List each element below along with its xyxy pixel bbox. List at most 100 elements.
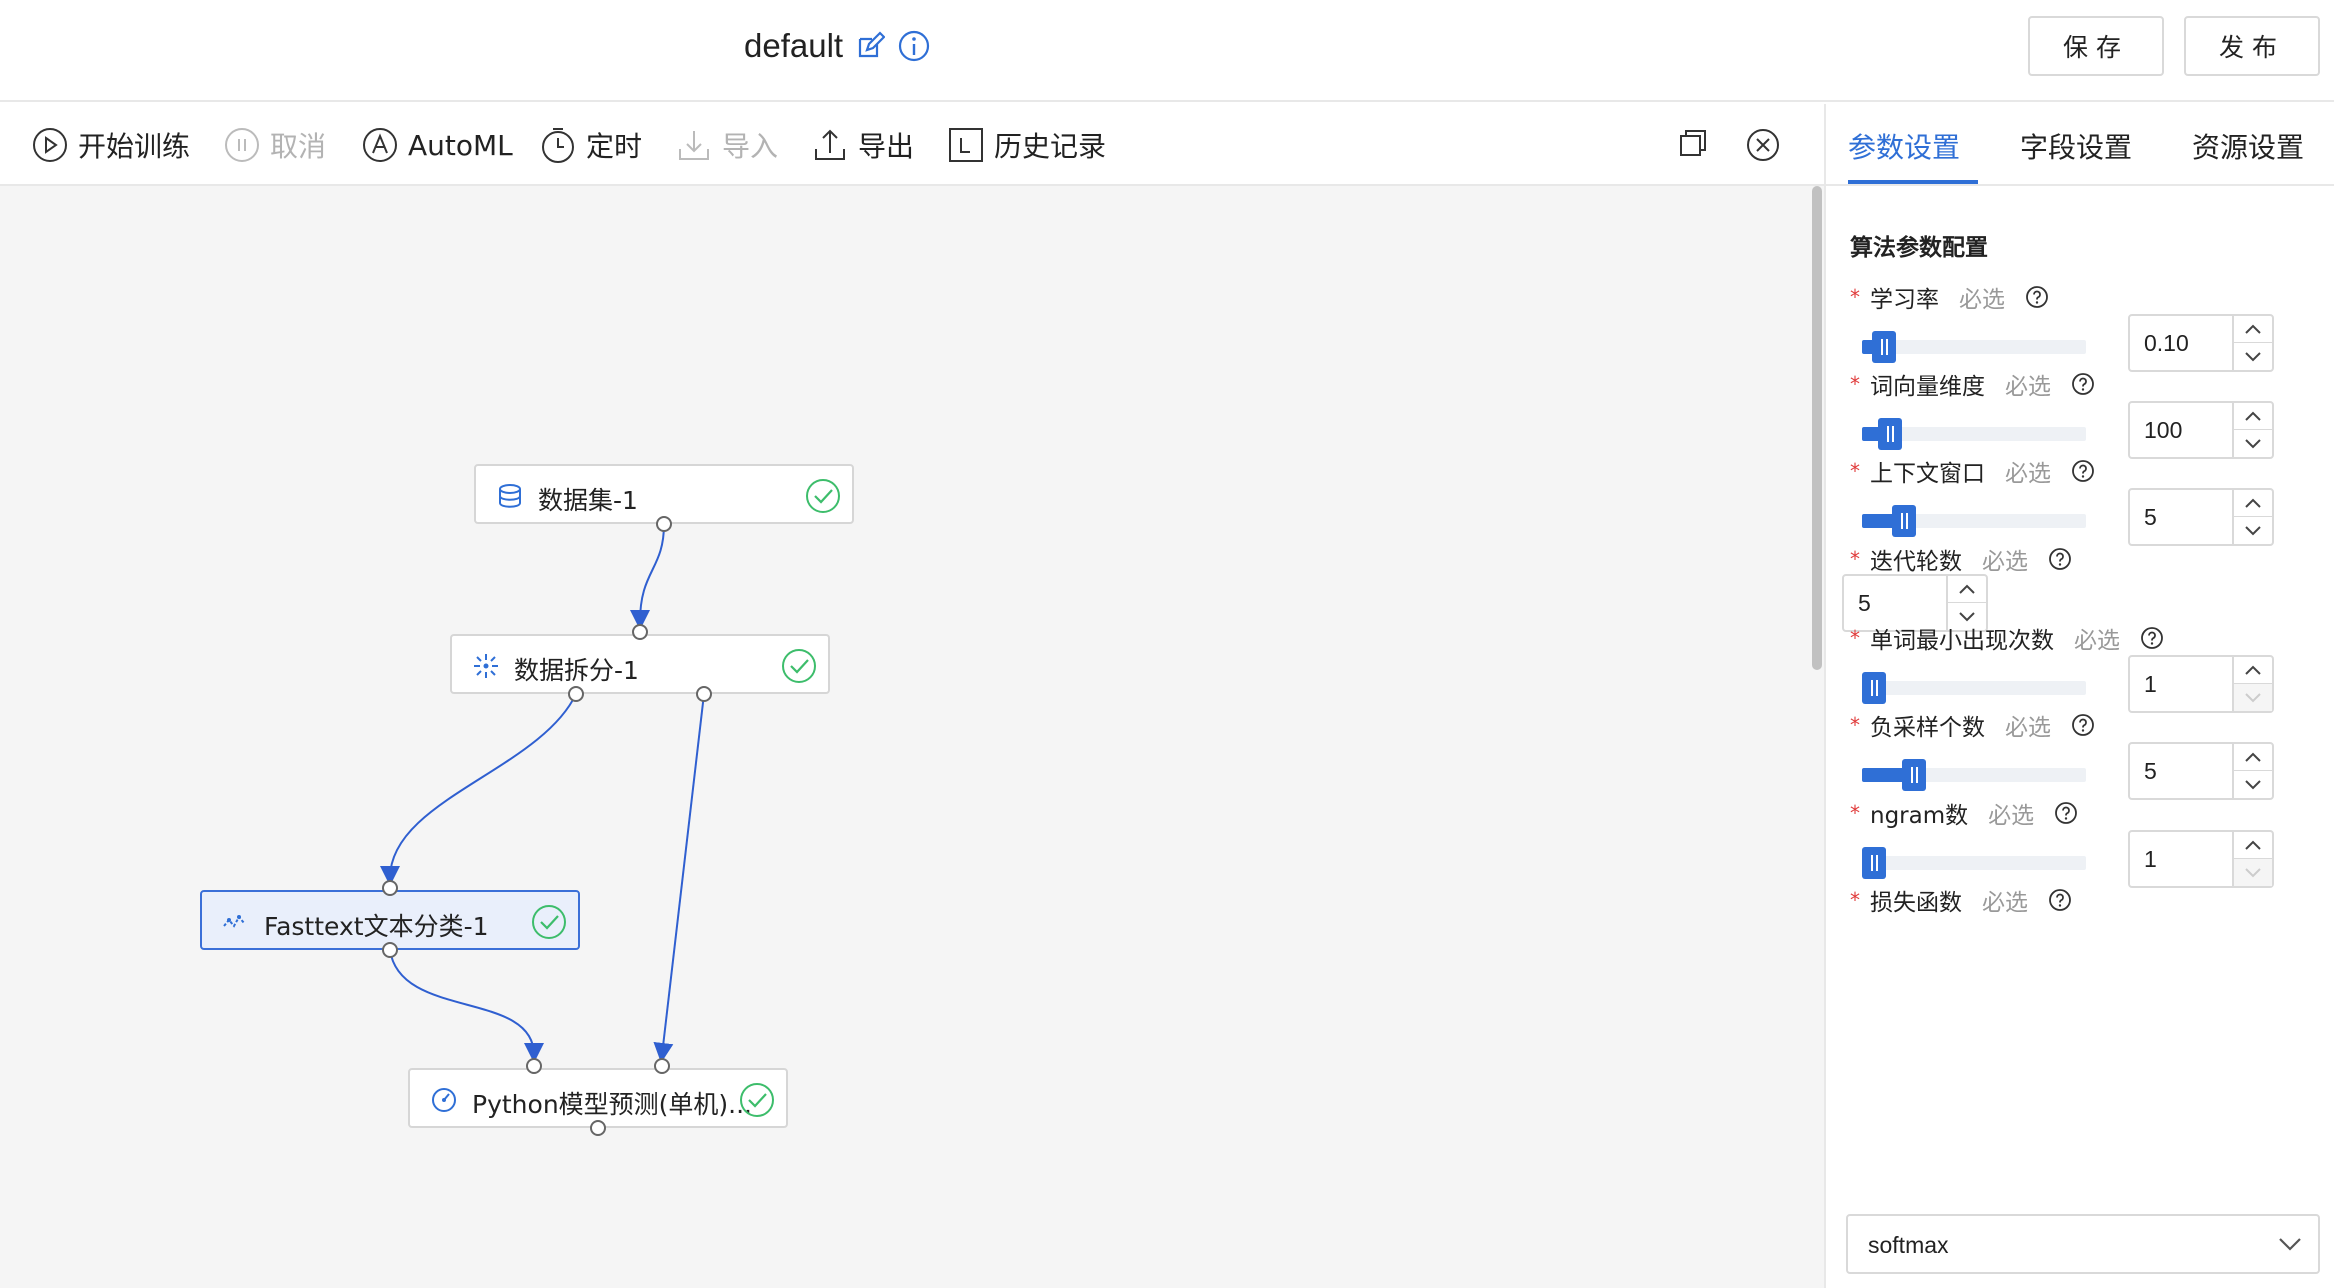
settings-tabs: 参数设置 字段设置 资源设置 [1826, 104, 2334, 186]
tab-resources[interactable]: 资源设置 [2192, 126, 2304, 166]
increment-button[interactable] [2234, 657, 2272, 684]
play-icon [33, 128, 67, 162]
help-icon[interactable] [2025, 285, 2049, 309]
field-label-row: * 损失函数 必选 [1850, 883, 2072, 917]
number-input[interactable]: 0.10 [2128, 314, 2274, 372]
timer-button[interactable]: 定时 [540, 124, 642, 166]
slider-handle[interactable] [1872, 331, 1896, 363]
increment-button[interactable] [2234, 832, 2272, 859]
input-port[interactable] [526, 1058, 542, 1074]
param-slider[interactable] [1862, 418, 2086, 450]
output-port[interactable] [590, 1120, 606, 1136]
title-wrap: default [744, 22, 931, 70]
info-icon[interactable] [897, 29, 931, 63]
param-slider[interactable] [1862, 505, 2086, 537]
increment-button[interactable] [2234, 490, 2272, 517]
history-button[interactable]: 历史记录 [948, 124, 1106, 166]
import-icon [679, 131, 709, 160]
workflow-canvas[interactable] [0, 186, 1824, 1288]
increment-button[interactable] [2234, 316, 2272, 343]
decrement-button[interactable] [2234, 859, 2272, 886]
input-port[interactable] [382, 880, 398, 896]
stepper [2232, 744, 2272, 798]
decrement-button[interactable] [2234, 343, 2272, 370]
active-tab-indicator [1848, 180, 1978, 184]
optional-text: 必选 [1988, 803, 2035, 829]
input-port[interactable] [632, 624, 648, 640]
number-input[interactable]: 5 [2128, 742, 2274, 800]
help-icon[interactable] [2071, 372, 2095, 396]
save-button[interactable]: 保存 [2028, 16, 2164, 76]
slider-handle[interactable] [1862, 847, 1886, 879]
number-input[interactable]: 5 [2128, 488, 2274, 546]
param-slider[interactable] [1862, 672, 2086, 704]
number-input[interactable]: 1 [2128, 830, 2274, 888]
required-mark: * [1850, 459, 1860, 483]
increment-button[interactable] [1948, 576, 1986, 603]
tab-params[interactable]: 参数设置 [1848, 126, 1960, 166]
node-data-split[interactable]: 数据拆分-1 [450, 634, 830, 694]
field-label-row: * 单词最小出现次数 必选 [1850, 621, 2164, 655]
input-port[interactable] [654, 1058, 670, 1074]
param-slider[interactable] [1862, 331, 2086, 363]
help-icon[interactable] [2048, 547, 2072, 571]
slider-handle[interactable] [1892, 505, 1916, 537]
slider-handle[interactable] [1862, 672, 1886, 704]
node-fasttext[interactable]: Fasttext文本分类-1 [200, 890, 580, 950]
stepper [2232, 832, 2272, 886]
field-label-row: * 负采样个数 必选 [1850, 708, 2095, 742]
output-port[interactable] [568, 686, 584, 702]
output-port[interactable] [656, 516, 672, 532]
output-port[interactable] [696, 686, 712, 702]
decrement-button[interactable] [2234, 430, 2272, 457]
start-training-label: 开始训练 [78, 130, 191, 163]
help-icon[interactable] [2054, 801, 2078, 825]
optional-text: 必选 [2005, 461, 2051, 487]
field-label-row: * 学习率 必选 [1850, 280, 2049, 314]
help-icon[interactable] [2048, 888, 2072, 912]
node-label: Python模型预测(单机)... [472, 1090, 753, 1119]
optional-text: 必选 [1982, 549, 2028, 575]
increment-button[interactable] [2234, 403, 2272, 430]
export-label: 导出 [858, 130, 915, 163]
number-input[interactable]: 1 [2128, 655, 2274, 713]
node-python-predict[interactable]: Python模型预测(单机)... [408, 1068, 788, 1128]
export-button[interactable]: 导出 [812, 124, 914, 166]
help-icon[interactable] [2071, 713, 2095, 737]
edit-icon[interactable] [855, 31, 886, 61]
number-input-value: 1 [2144, 671, 2157, 697]
field-label: 迭代轮数 [1870, 549, 1962, 575]
output-port[interactable] [382, 942, 398, 958]
stepper [2232, 316, 2272, 370]
field-label: ngram数 [1870, 803, 1969, 829]
automl-button[interactable]: AutoML [362, 124, 513, 166]
toolbar: 开始训练 取消 AutoML 定时 导入 导出 历史记录 [0, 104, 1824, 186]
required-mark: * [1850, 547, 1860, 571]
param-slider[interactable] [1862, 759, 2086, 791]
import-button[interactable]: 导入 [676, 124, 778, 166]
node-dataset[interactable]: 数据集-1 [474, 464, 854, 524]
close-icon[interactable] [1746, 128, 1780, 167]
field-label: 损失函数 [1870, 890, 1962, 916]
loss-function-select[interactable]: softmax [1846, 1214, 2320, 1274]
decrement-button[interactable] [2234, 684, 2272, 711]
window-icon[interactable] [1678, 128, 1708, 163]
increment-button[interactable] [2234, 744, 2272, 771]
help-icon[interactable] [2140, 626, 2164, 650]
number-input[interactable]: 100 [2128, 401, 2274, 459]
required-mark: * [1850, 372, 1860, 396]
required-mark: * [1850, 285, 1860, 309]
decrement-button[interactable] [2234, 771, 2272, 798]
slider-handle[interactable] [1878, 418, 1902, 450]
automl-icon [363, 128, 397, 162]
start-training-button[interactable]: 开始训练 [32, 124, 190, 166]
help-icon[interactable] [2071, 459, 2095, 483]
publish-button[interactable]: 发布 [2184, 16, 2320, 76]
decrement-button[interactable] [2234, 517, 2272, 544]
tab-fields[interactable]: 字段设置 [2020, 126, 2132, 166]
canvas-scrollbar[interactable] [1812, 186, 1822, 670]
cancel-button[interactable]: 取消 [224, 124, 326, 166]
database-icon [499, 484, 521, 508]
slider-handle[interactable] [1902, 759, 1926, 791]
param-slider[interactable] [1862, 847, 2086, 879]
